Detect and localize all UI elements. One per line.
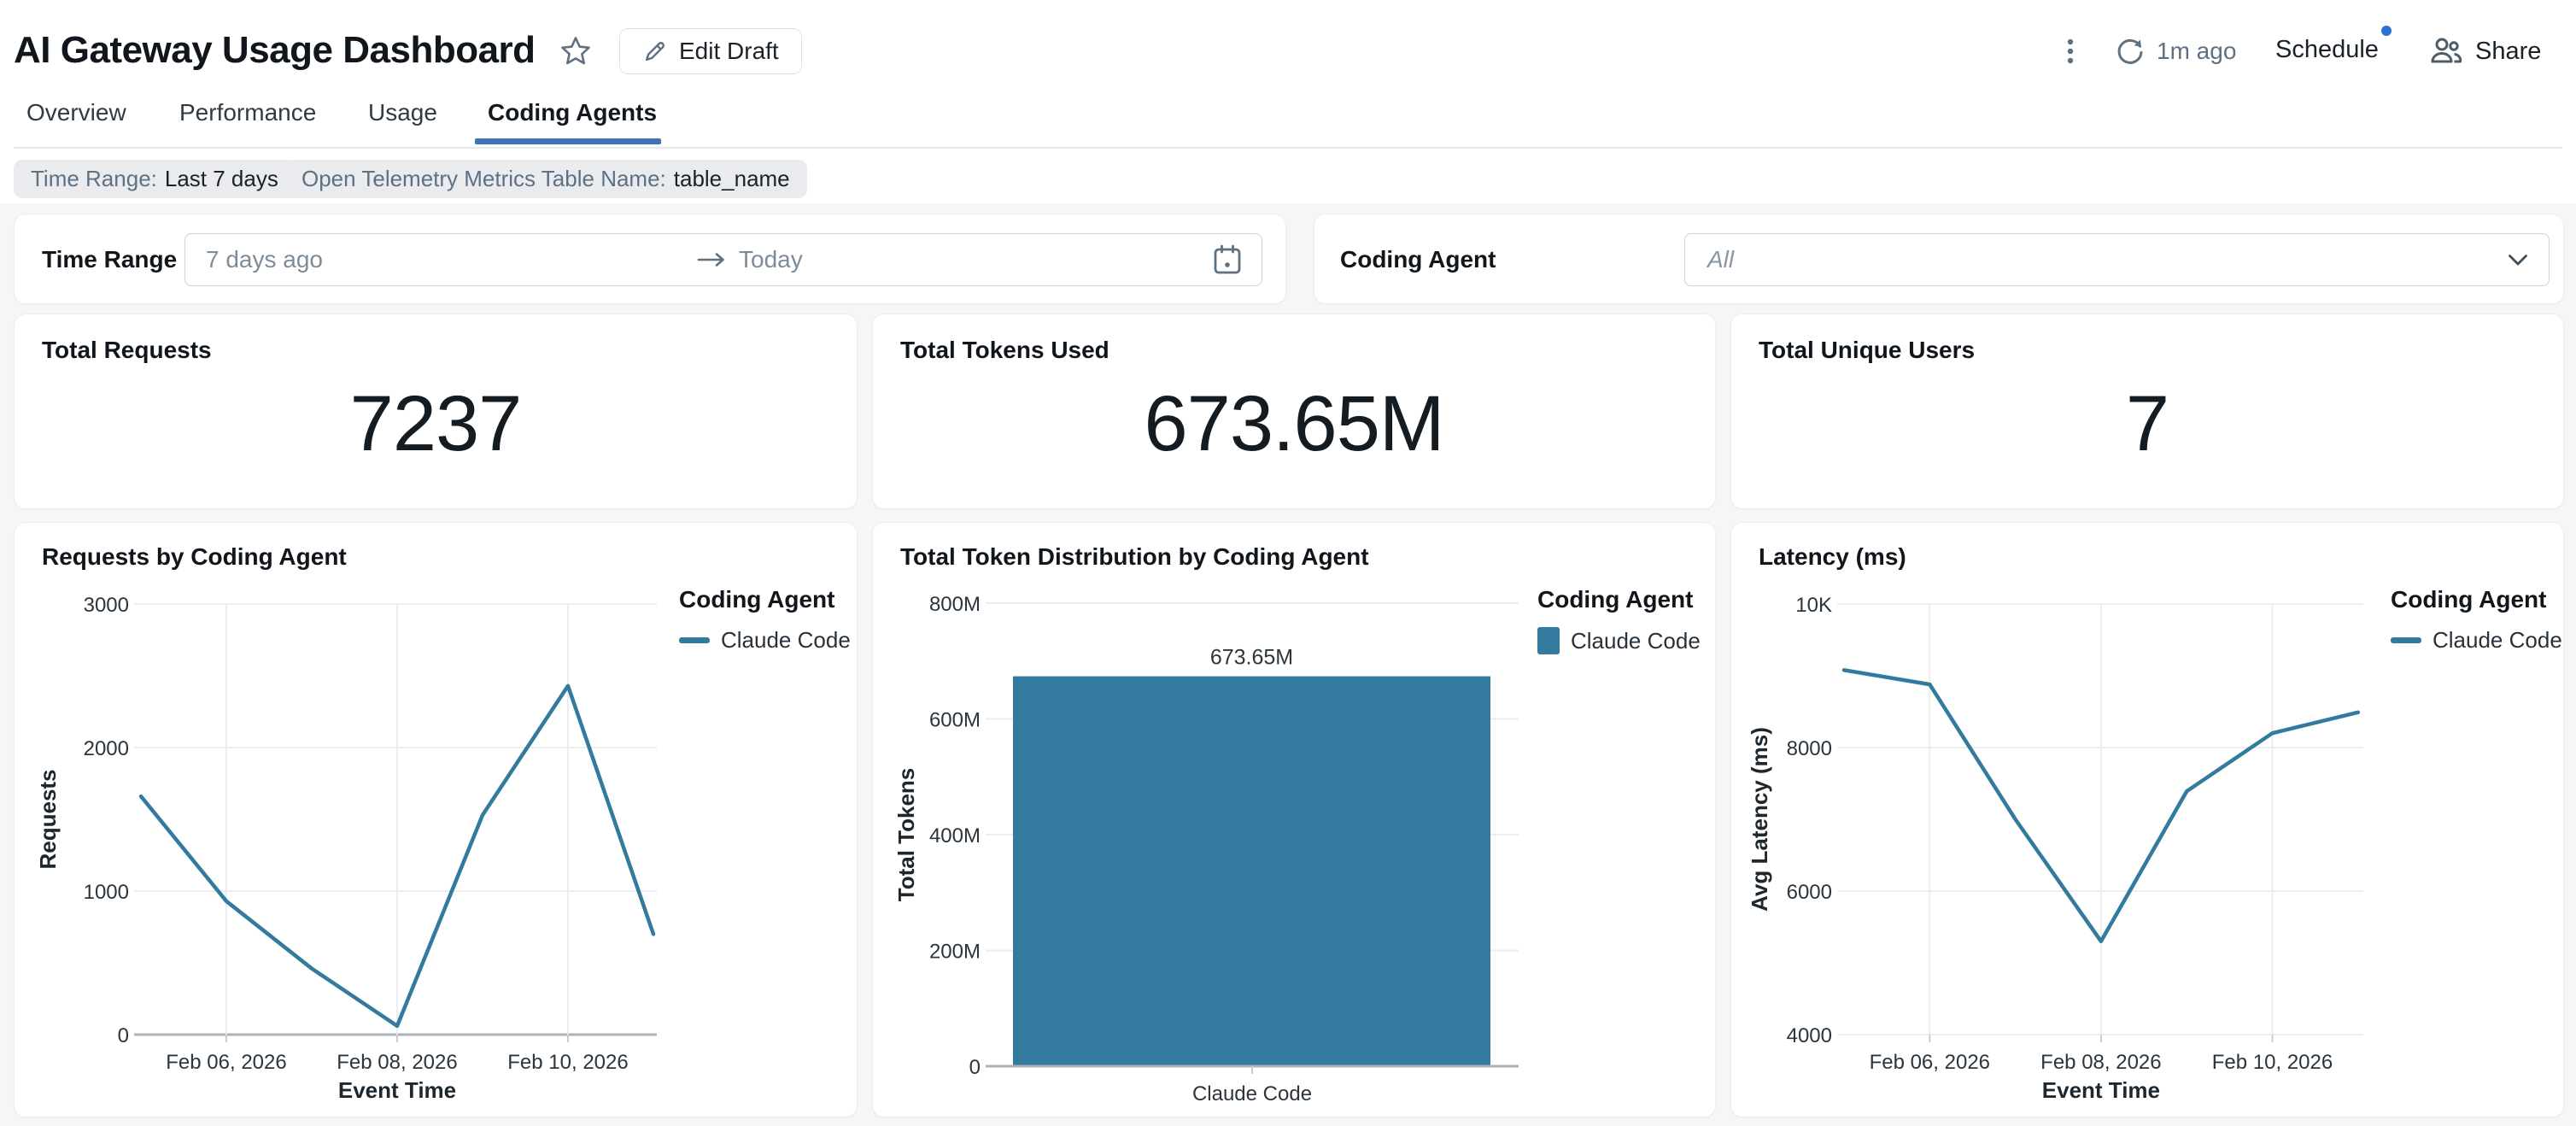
refresh-button[interactable]: 1m ago bbox=[2115, 32, 2236, 70]
calendar-icon[interactable] bbox=[1212, 243, 1243, 276]
kpi-card-unique-users: Total Unique Users 7 bbox=[1730, 314, 2564, 509]
star-icon bbox=[559, 34, 593, 68]
svg-text:200M: 200M bbox=[929, 941, 981, 964]
svg-text:4000: 4000 bbox=[1787, 1024, 1832, 1047]
svg-text:Feb 10, 2026: Feb 10, 2026 bbox=[507, 1051, 628, 1074]
svg-text:Avg Latency (ms): Avg Latency (ms) bbox=[1747, 727, 1772, 912]
legend-entry-claude-code[interactable]: Claude Code bbox=[1537, 627, 1701, 654]
time-range-end-value: Today bbox=[739, 246, 803, 273]
svg-text:0: 0 bbox=[969, 1056, 981, 1079]
chart-card-token-distribution: Total Token Distribution by Coding Agent… bbox=[872, 522, 1716, 1117]
chart-legend: Coding Agent Claude Code bbox=[679, 586, 851, 654]
chart-legend: Coding Agent Claude Code bbox=[2391, 586, 2562, 654]
svg-text:0: 0 bbox=[118, 1024, 129, 1047]
legend-title: Coding Agent bbox=[679, 586, 851, 613]
tabs-divider bbox=[14, 147, 2562, 149]
svg-text:Total Tokens: Total Tokens bbox=[893, 768, 919, 902]
tab-usage[interactable]: Usage bbox=[368, 99, 437, 126]
chip-time-range[interactable]: Time Range: Last 7 days bbox=[14, 160, 296, 198]
legend-square-swatch bbox=[1537, 627, 1560, 654]
time-range-input[interactable]: 7 days ago Today bbox=[184, 233, 1262, 286]
svg-text:673.65M: 673.65M bbox=[1210, 646, 1293, 670]
svg-text:Requests: Requests bbox=[35, 769, 61, 869]
active-tab-underline bbox=[475, 138, 661, 144]
svg-text:3000: 3000 bbox=[84, 594, 129, 617]
coding-agent-filter-card: Coding Agent All bbox=[1314, 214, 2564, 304]
arrow-right-icon bbox=[696, 252, 727, 267]
chip-value: Last 7 days bbox=[165, 166, 278, 192]
svg-text:Claude Code: Claude Code bbox=[1192, 1082, 1312, 1105]
chip-table-name[interactable]: Open Telemetry Metrics Table Name: table… bbox=[284, 160, 807, 198]
legend-entry-claude-code[interactable]: Claude Code bbox=[679, 627, 851, 654]
refresh-icon bbox=[2115, 36, 2146, 67]
edit-draft-label: Edit Draft bbox=[679, 38, 779, 65]
tab-coding-agents[interactable]: Coding Agents bbox=[488, 99, 657, 126]
chart-card-latency: Latency (ms) 40006000800010KAvg Latency … bbox=[1730, 522, 2564, 1117]
svg-text:1000: 1000 bbox=[84, 881, 129, 904]
kpi-title: Total Requests bbox=[42, 337, 212, 364]
legend-title: Coding Agent bbox=[1537, 586, 1701, 613]
legend-title: Coding Agent bbox=[2391, 586, 2562, 613]
share-people-icon bbox=[2429, 35, 2463, 67]
chart-card-requests: Requests by Coding Agent 0100020003000Re… bbox=[14, 522, 858, 1117]
legend-line-swatch bbox=[2391, 637, 2421, 643]
kpi-value: 673.65M bbox=[873, 376, 1715, 472]
chip-label: Open Telemetry Metrics Table Name: bbox=[302, 166, 666, 192]
legend-entry-claude-code[interactable]: Claude Code bbox=[2391, 627, 2562, 654]
kpi-value: 7 bbox=[1731, 376, 2563, 472]
kpi-card-total-tokens: Total Tokens Used 673.65M bbox=[872, 314, 1716, 509]
share-label: Share bbox=[2475, 38, 2541, 66]
svg-text:Feb 06, 2026: Feb 06, 2026 bbox=[166, 1051, 286, 1074]
svg-text:Feb 08, 2026: Feb 08, 2026 bbox=[337, 1051, 457, 1074]
svg-text:2000: 2000 bbox=[84, 737, 129, 760]
svg-text:Feb 10, 2026: Feb 10, 2026 bbox=[2212, 1051, 2333, 1074]
kpi-value: 7237 bbox=[15, 376, 857, 472]
coding-agent-select[interactable]: All bbox=[1684, 233, 2550, 286]
share-button[interactable]: Share bbox=[2429, 32, 2541, 70]
svg-text:Event Time: Event Time bbox=[2042, 1077, 2160, 1103]
coding-agent-selected-value: All bbox=[1707, 246, 1734, 273]
time-range-filter-label: Time Range bbox=[42, 214, 177, 305]
dashboard-page: AI Gateway Usage Dashboard Edit Draft bbox=[0, 0, 2576, 1126]
svg-text:6000: 6000 bbox=[1787, 881, 1832, 904]
svg-text:10K: 10K bbox=[1795, 594, 1832, 617]
tab-performance[interactable]: Performance bbox=[179, 99, 316, 126]
edit-draft-button[interactable]: Edit Draft bbox=[619, 28, 802, 74]
svg-text:Feb 06, 2026: Feb 06, 2026 bbox=[1870, 1051, 1990, 1074]
time-range-start-value: 7 days ago bbox=[206, 246, 323, 273]
svg-text:600M: 600M bbox=[929, 709, 981, 732]
svg-text:Event Time: Event Time bbox=[338, 1077, 456, 1103]
chip-value: table_name bbox=[674, 166, 790, 192]
page-title: AI Gateway Usage Dashboard bbox=[14, 29, 536, 72]
refresh-status: 1m ago bbox=[2157, 38, 2236, 65]
chip-label: Time Range: bbox=[31, 166, 157, 192]
coding-agent-filter-label: Coding Agent bbox=[1340, 214, 1496, 305]
notification-dot bbox=[2381, 26, 2392, 36]
kebab-menu-icon[interactable] bbox=[2053, 32, 2087, 70]
legend-line-swatch bbox=[679, 637, 710, 643]
svg-text:Feb 08, 2026: Feb 08, 2026 bbox=[2040, 1051, 2161, 1074]
favorite-star-button[interactable] bbox=[557, 32, 594, 70]
chevron-down-icon bbox=[2508, 254, 2528, 267]
kpi-card-total-requests: Total Requests 7237 bbox=[14, 314, 858, 509]
pencil-icon bbox=[642, 38, 668, 64]
svg-text:8000: 8000 bbox=[1787, 737, 1832, 760]
schedule-button[interactable]: Schedule bbox=[2275, 36, 2379, 64]
kpi-title: Total Unique Users bbox=[1759, 337, 1975, 364]
chart-legend: Coding Agent Claude Code bbox=[1537, 586, 1701, 654]
kpi-title: Total Tokens Used bbox=[900, 337, 1109, 364]
svg-text:800M: 800M bbox=[929, 593, 981, 616]
svg-text:400M: 400M bbox=[929, 824, 981, 847]
tab-overview[interactable]: Overview bbox=[26, 99, 126, 126]
time-range-filter-card: Time Range 7 days ago Today bbox=[14, 214, 1286, 304]
